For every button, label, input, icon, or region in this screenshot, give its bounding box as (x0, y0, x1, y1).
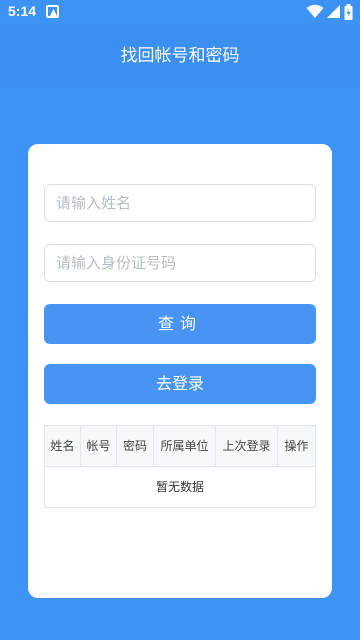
column-header-password: 密码 (117, 426, 154, 467)
column-header-account: 帐号 (81, 426, 117, 467)
query-button[interactable]: 查询 (44, 304, 316, 344)
status-bar: 5:14 (0, 0, 360, 24)
column-header-last-login: 上次登录 (216, 426, 278, 467)
page-title: 找回帐号和密码 (120, 46, 240, 66)
wifi-icon (306, 4, 324, 23)
signal-icon (326, 4, 341, 23)
app-bar: 找回帐号和密码 (0, 24, 360, 88)
empty-state-text: 暂无数据 (155, 480, 204, 494)
battery-icon (344, 4, 353, 24)
id-number-input[interactable] (44, 244, 316, 282)
notification-icon (46, 5, 59, 18)
results-table: 姓名 帐号 密码 所属单位 上次登录 操作 暂无数据 (44, 425, 316, 508)
name-input[interactable] (44, 184, 316, 222)
table-header: 姓名 帐号 密码 所属单位 上次登录 操作 (45, 426, 315, 467)
column-header-unit: 所属单位 (154, 426, 216, 467)
recovery-card: 查询 去登录 姓名 帐号 密码 所属单位 上次登录 操作 暂无数据 (28, 144, 332, 598)
status-time: 5:14 (8, 3, 37, 19)
go-login-button[interactable]: 去登录 (44, 364, 316, 404)
column-header-name: 姓名 (45, 426, 81, 467)
column-header-action: 操作 (278, 426, 315, 467)
